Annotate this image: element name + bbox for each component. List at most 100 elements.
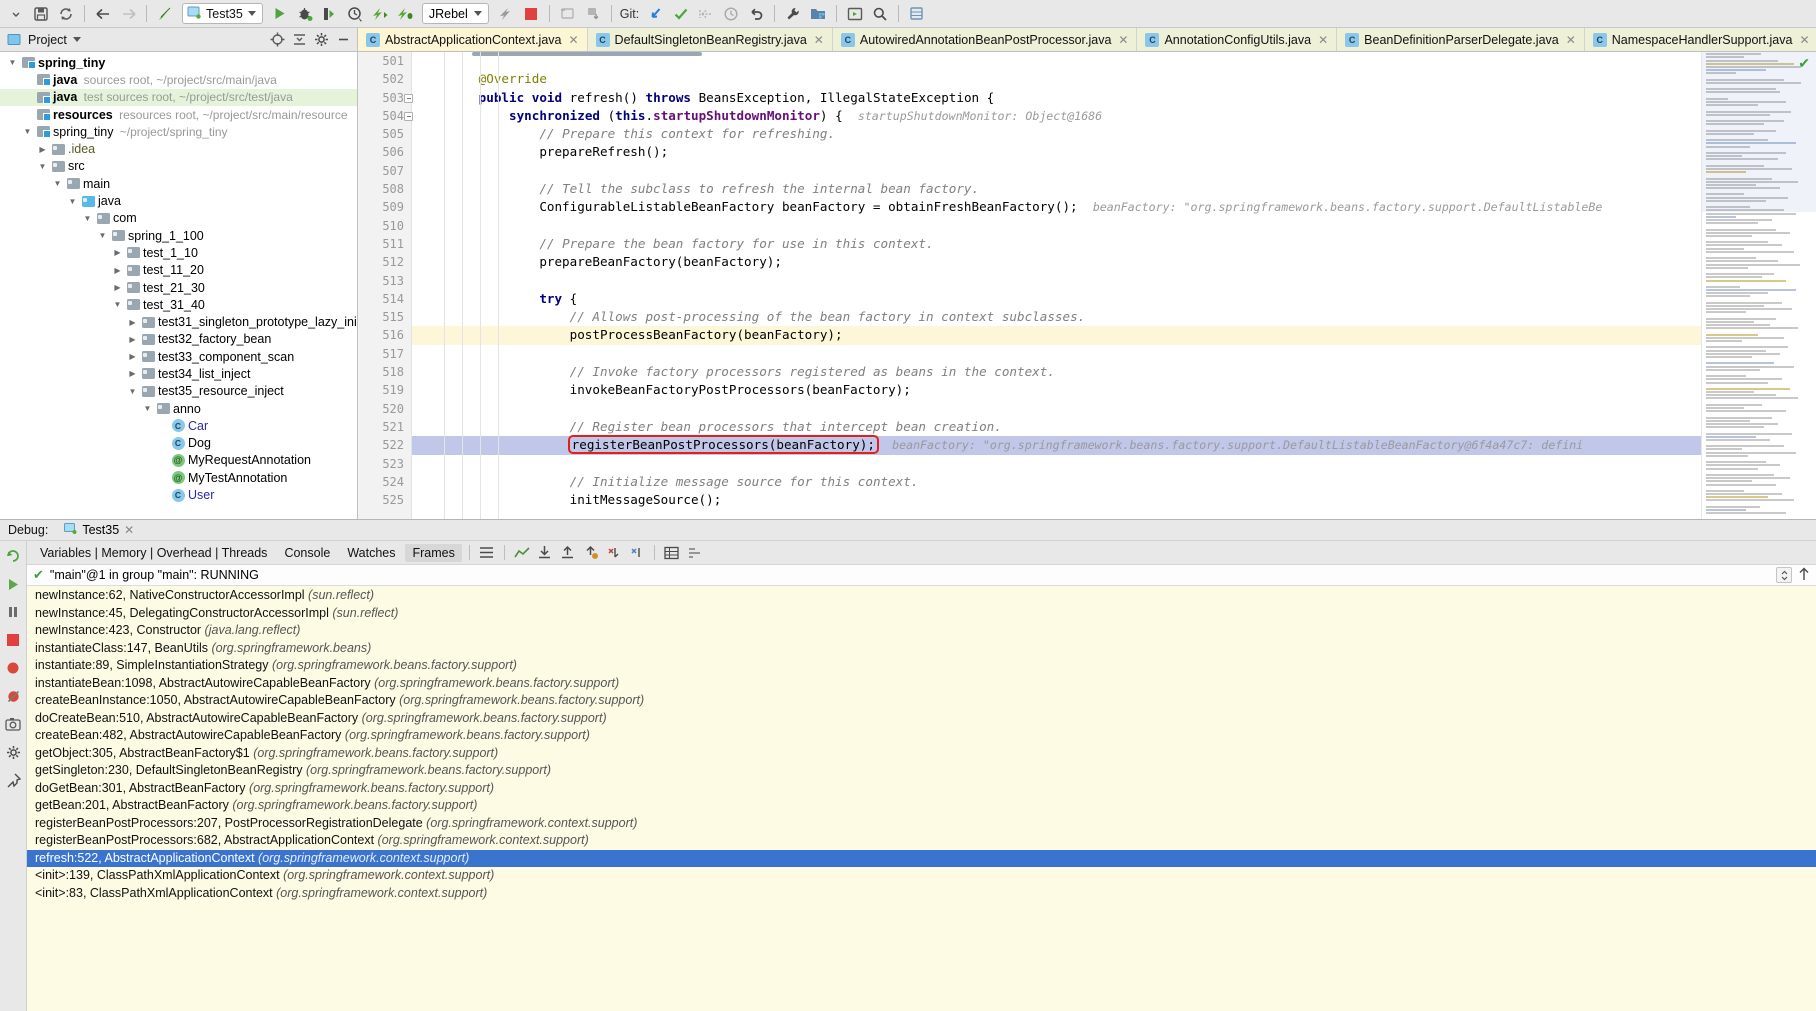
pause-icon[interactable]: [4, 603, 22, 621]
code-line[interactable]: [412, 217, 1701, 235]
code-line[interactable]: prepareRefresh();: [412, 143, 1701, 161]
code-line[interactable]: // Register bean processors that interce…: [412, 418, 1701, 436]
code-line[interactable]: initMessageSource();: [412, 491, 1701, 509]
rerun-icon[interactable]: [4, 547, 22, 565]
tree-node[interactable]: test32_factory_bean: [0, 331, 357, 348]
camera-icon[interactable]: [4, 715, 22, 733]
thread-dropdown-icon[interactable]: [1776, 567, 1792, 583]
line-number[interactable]: 522: [358, 436, 411, 454]
frame-item[interactable]: <init>:83, ClassPathXmlApplicationContex…: [27, 885, 1816, 903]
frame-item[interactable]: doCreateBean:510, AbstractAutowireCapabl…: [27, 710, 1816, 728]
line-number[interactable]: 510: [358, 217, 411, 235]
line-number[interactable]: 513: [358, 272, 411, 290]
frame-item[interactable]: instantiateBean:1098, AbstractAutowireCa…: [27, 675, 1816, 693]
code-line[interactable]: [412, 162, 1701, 180]
code-line[interactable]: [412, 345, 1701, 363]
chevron-right-icon[interactable]: [127, 335, 138, 344]
tree-node[interactable]: .idea: [0, 140, 357, 157]
chevron-right-icon[interactable]: [112, 283, 123, 292]
line-number[interactable]: 512: [358, 253, 411, 271]
frame-item[interactable]: getBean:201, AbstractBeanFactory (org.sp…: [27, 797, 1816, 815]
tree-node[interactable]: spring_tiny ~/project/spring_tiny: [0, 123, 357, 140]
code-content[interactable]: @Override public void refresh() throws B…: [412, 52, 1701, 519]
code-line[interactable]: [412, 455, 1701, 473]
chevron-down-icon[interactable]: [82, 214, 93, 223]
line-number[interactable]: 521: [358, 418, 411, 436]
tree-node[interactable]: test33_component_scan: [0, 348, 357, 365]
line-number[interactable]: 506: [358, 143, 411, 161]
code-line[interactable]: // Invoke factory processors registered …: [412, 363, 1701, 381]
code-line[interactable]: // Prepare the bean factory for use in t…: [412, 235, 1701, 253]
grid-icon[interactable]: [662, 543, 682, 562]
tree-node[interactable]: java: [0, 192, 357, 209]
save-icon[interactable]: [29, 3, 53, 25]
dropdown-arrow-icon[interactable]: [4, 3, 28, 25]
close-icon[interactable]: ✕: [814, 33, 824, 47]
tree-node[interactable]: test35_resource_inject: [0, 383, 357, 400]
frame-item[interactable]: getSingleton:230, DefaultSingletonBeanRe…: [27, 762, 1816, 780]
line-number[interactable]: 518: [358, 363, 411, 381]
code-line[interactable]: // Initialize message source for this co…: [412, 473, 1701, 491]
forward-arrow-icon[interactable]: [116, 3, 140, 25]
frame-item[interactable]: getObject:305, AbstractBeanFactory$1 (or…: [27, 745, 1816, 763]
frame-item[interactable]: <init>:139, ClassPathXmlApplicationConte…: [27, 867, 1816, 885]
mute-breakpoints-icon[interactable]: [4, 687, 22, 705]
frame-item[interactable]: createBeanInstance:1050, AbstractAutowir…: [27, 692, 1816, 710]
code-line[interactable]: [412, 400, 1701, 418]
code-line[interactable]: // Tell the subclass to refresh the inte…: [412, 180, 1701, 198]
tree-node[interactable]: @ MyRequestAnnotation: [0, 452, 357, 469]
editor-tab[interactable]: C DefaultSingletonBeanRegistry.java ✕: [587, 28, 833, 51]
jrebel-run-icon[interactable]: [368, 3, 392, 25]
tree-node[interactable]: src: [0, 158, 357, 175]
chevron-down-icon[interactable]: [127, 387, 138, 396]
code-line[interactable]: // Prepare this context for refreshing.: [412, 125, 1701, 143]
tree-node[interactable]: C User: [0, 486, 357, 503]
run-with-coverage-icon[interactable]: [318, 3, 342, 25]
code-editor[interactable]: 501 502 503 504 505 506 507 508 509 510 511 512 513 5…: [358, 52, 1816, 519]
line-number[interactable]: 514: [358, 290, 411, 308]
editor-tab[interactable]: C AnnotationConfigUtils.java ✕: [1137, 28, 1338, 51]
frame-item[interactable]: instantiateClass:147, BeanUtils (org.spr…: [27, 640, 1816, 658]
code-line[interactable]: [412, 52, 1701, 70]
tree-node[interactable]: test34_list_inject: [0, 365, 357, 382]
code-line[interactable]: public void refresh() throws BeansExcept…: [412, 89, 1701, 107]
code-line[interactable]: postProcessBeanFactory(beanFactory);: [412, 326, 1701, 345]
line-number[interactable]: 524: [358, 473, 411, 491]
code-line[interactable]: try {: [412, 290, 1701, 308]
project-structure-icon[interactable]: [806, 3, 830, 25]
wrench-icon[interactable]: [781, 3, 805, 25]
line-number[interactable]: 511: [358, 235, 411, 253]
frame-item[interactable]: doGetBean:301, AbstractBeanFactory (org.…: [27, 780, 1816, 798]
pin-icon[interactable]: [4, 771, 22, 789]
chevron-down-icon[interactable]: [112, 300, 123, 309]
line-number[interactable]: 520: [358, 400, 411, 418]
stop-icon[interactable]: [519, 3, 543, 25]
chevron-down-icon[interactable]: [473, 11, 482, 16]
code-line[interactable]: registerBeanPostProcessors(beanFactory);…: [412, 435, 1701, 455]
settings-gear-icon[interactable]: [4, 743, 22, 761]
history-icon[interactable]: [719, 3, 743, 25]
close-icon[interactable]: ✕: [1799, 33, 1809, 47]
rollback-icon[interactable]: [744, 3, 768, 25]
tree-node[interactable]: test_21_30: [0, 279, 357, 296]
import-icon[interactable]: [558, 543, 578, 562]
thread-selector-bar[interactable]: ✔ "main"@1 in group "main": RUNNING: [27, 565, 1816, 586]
line-number[interactable]: 517: [358, 345, 411, 363]
settings-icon[interactable]: [627, 543, 647, 562]
editor-tab[interactable]: C NamespaceHandlerSupport.java ✕: [1584, 28, 1816, 51]
tree-node[interactable]: main: [0, 175, 357, 192]
frame-item[interactable]: newInstance:45, DelegatingConstructorAcc…: [27, 605, 1816, 623]
stop-icon[interactable]: [4, 631, 22, 649]
list-icon[interactable]: [685, 543, 705, 562]
chevron-down-icon[interactable]: [72, 37, 81, 42]
tree-node[interactable]: resources resources root, ~/project/src/…: [0, 106, 357, 123]
menu-icon[interactable]: [477, 543, 497, 562]
code-line[interactable]: prepareBeanFactory(beanFactory);: [412, 253, 1701, 271]
tree-node[interactable]: test_31_40: [0, 296, 357, 313]
update-project-icon[interactable]: [644, 3, 668, 25]
line-number[interactable]: 509: [358, 198, 411, 216]
frame-item[interactable]: registerBeanPostProcessors:207, PostProc…: [27, 815, 1816, 833]
chevron-right-icon[interactable]: [37, 145, 48, 154]
line-number-gutter[interactable]: 501 502 503 504 505 506 507 508 509 510 511 512 513 5…: [358, 52, 413, 519]
tree-node[interactable]: com: [0, 210, 357, 227]
